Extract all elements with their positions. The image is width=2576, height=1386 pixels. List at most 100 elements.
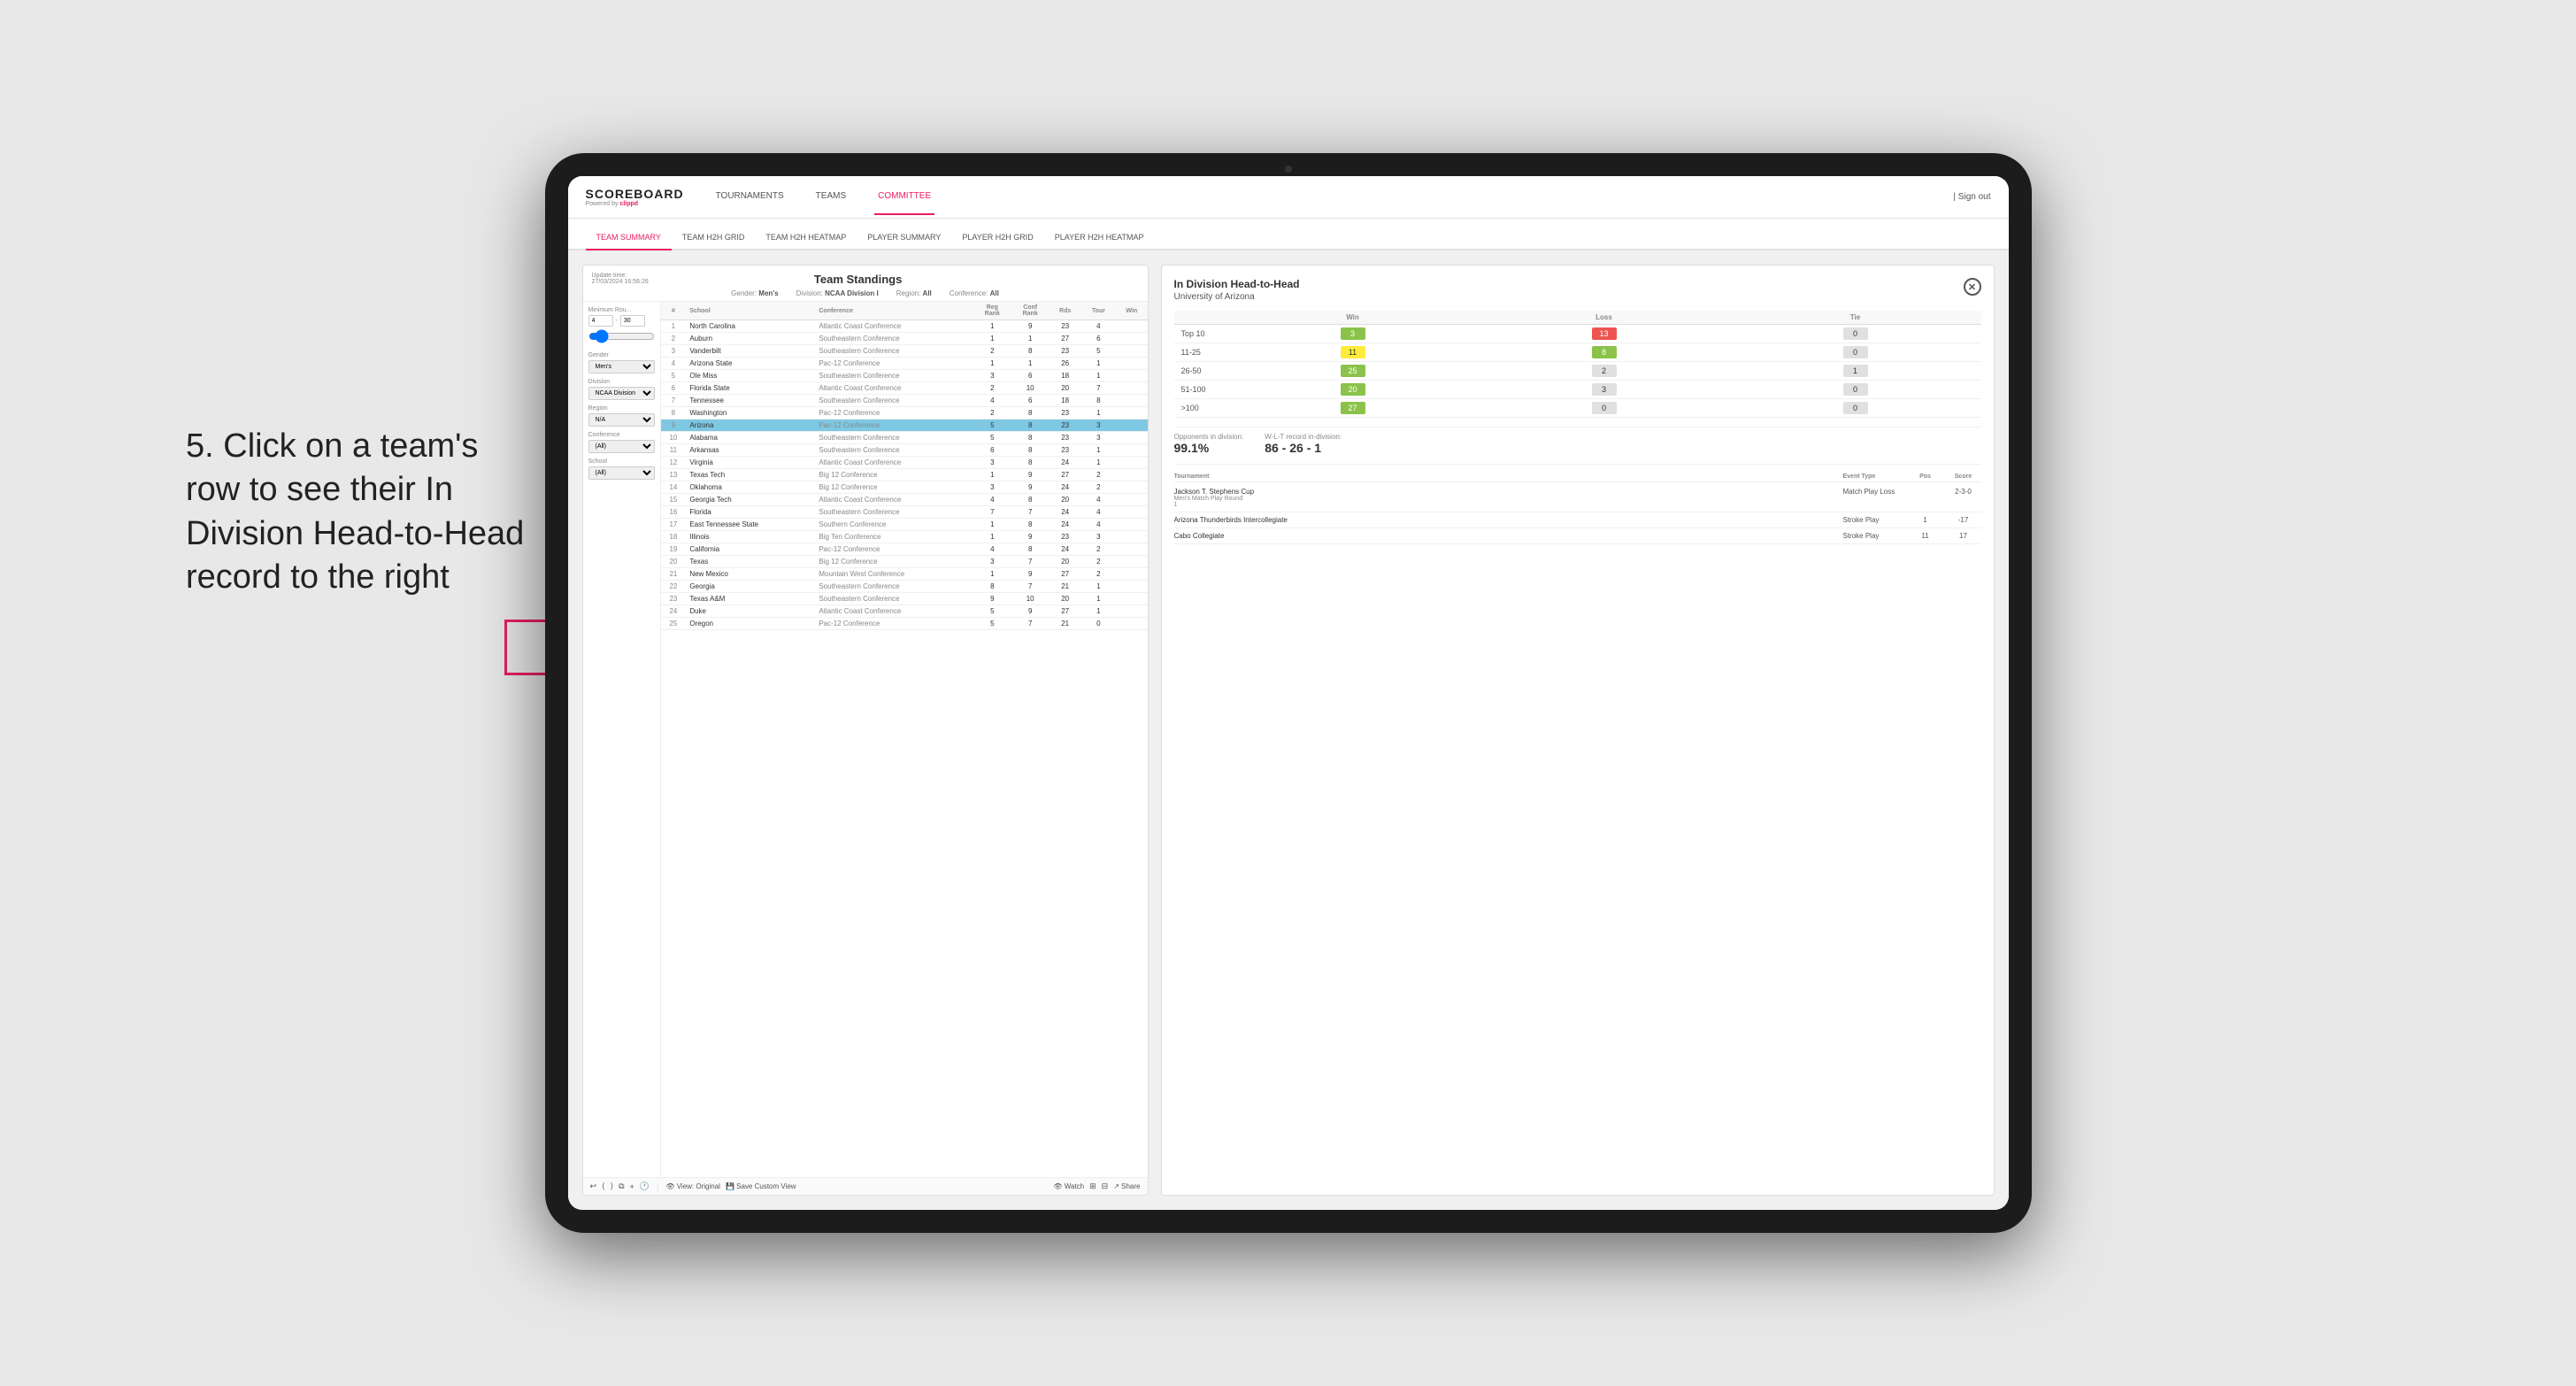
- table-row[interactable]: 11 Arkansas Southeastern Conference 6 8 …: [661, 444, 1148, 457]
- opponents-label: Opponents in division:: [1174, 433, 1244, 441]
- table-row[interactable]: 9 Arizona Pac-12 Conference 5 8 23 3: [661, 420, 1148, 432]
- sub-nav-player-h2h-heatmap[interactable]: PLAYER H2H HEATMAP: [1044, 226, 1155, 249]
- nav-tournaments[interactable]: TOURNAMENTS: [712, 179, 788, 215]
- h2h-header: In Division Head-to-Head University of A…: [1174, 278, 1981, 302]
- sub-nav-team-summary[interactable]: TEAM SUMMARY: [586, 226, 672, 250]
- conference-filter: Conference: All: [950, 289, 999, 297]
- toolbar: ↩ ⟨ ⟩ ⧉ + 🕐 | 👁 View: Original 💾 Save Cu…: [583, 1177, 1148, 1195]
- top-nav: SCOREBOARD Powered by clippd TOURNAMENTS…: [568, 176, 2009, 219]
- filter-school: School (All): [588, 458, 655, 480]
- h2h-stats: Opponents in division: 99.1% W-L-T recor…: [1174, 427, 1981, 455]
- col-win: Win: [1116, 302, 1147, 320]
- table-row[interactable]: 16 Florida Southeastern Conference 7 7 2…: [661, 506, 1148, 519]
- top-nav-links: TOURNAMENTS TEAMS COMMITTEE: [712, 179, 1954, 215]
- sub-nav-team-h2h-heatmap[interactable]: TEAM H2H HEATMAP: [755, 226, 857, 249]
- table-row[interactable]: 1 North Carolina Atlantic Coast Conferen…: [661, 320, 1148, 333]
- tournament-section: Tournament Event Type Pos Score Jackson …: [1174, 464, 1981, 1182]
- region-filter: Region: All: [896, 289, 932, 297]
- h2h-row: Top 10 3 13 0: [1174, 325, 1981, 343]
- division-select[interactable]: NCAA Division I: [588, 387, 655, 400]
- logo-area: SCOREBOARD Powered by clippd: [586, 187, 684, 207]
- main-content: Update time: 27/03/2024 16:56:26 Team St…: [568, 250, 2009, 1210]
- col-conference: Conference: [815, 302, 973, 320]
- col-reg-rank: RegRank: [973, 302, 1011, 320]
- h2h-table: Win Loss Tie Top 10 3 13 0 11-25 11 8 0 …: [1174, 311, 1981, 418]
- table-row[interactable]: 6 Florida State Atlantic Coast Conferenc…: [661, 382, 1148, 395]
- h2h-row: 11-25 11 8 0: [1174, 343, 1981, 362]
- table-row[interactable]: 18 Illinois Big Ten Conference 1 9 23 3: [661, 531, 1148, 543]
- school-select[interactable]: (All): [588, 466, 655, 480]
- update-time-label: Update time:: [592, 273, 649, 279]
- table-row[interactable]: 14 Oklahoma Big 12 Conference 3 9 24 2: [661, 481, 1148, 494]
- table-row[interactable]: 24 Duke Atlantic Coast Conference 5 9 27…: [661, 605, 1148, 618]
- logo-powered: Powered by clippd: [586, 201, 684, 207]
- rounds-slider[interactable]: [588, 329, 655, 343]
- table-row[interactable]: 5 Ole Miss Southeastern Conference 3 6 1…: [661, 370, 1148, 382]
- opponents-value: 99.1%: [1174, 441, 1244, 455]
- sub-nav-player-summary[interactable]: PLAYER SUMMARY: [857, 226, 951, 249]
- table-row[interactable]: 3 Vanderbilt Southeastern Conference 2 8…: [661, 345, 1148, 358]
- table-row[interactable]: 8 Washington Pac-12 Conference 2 8 23 1: [661, 407, 1148, 420]
- col-rds: Rds: [1050, 302, 1081, 320]
- nav-teams[interactable]: TEAMS: [812, 179, 850, 215]
- filter-division: Division NCAA Division I: [588, 379, 655, 400]
- sub-nav-team-h2h-grid[interactable]: TEAM H2H GRID: [672, 226, 756, 249]
- toolbar-copy[interactable]: ⧉: [619, 1182, 624, 1191]
- region-select[interactable]: N/A: [588, 413, 655, 427]
- table-row[interactable]: 10 Alabama Southeastern Conference 5 8 2…: [661, 432, 1148, 444]
- tournament-row: Jackson T. Stephens Cup Men's Match Play…: [1174, 484, 1981, 512]
- toolbar-step-back[interactable]: ⟨: [602, 1182, 605, 1191]
- filter-gender: Gender Men's: [588, 352, 655, 373]
- toolbar-grid[interactable]: ⊞: [1089, 1182, 1096, 1191]
- record-value: 86 - 26 - 1: [1265, 441, 1342, 455]
- h2h-team: University of Arizona: [1174, 292, 1300, 302]
- sign-out[interactable]: | Sign out: [1953, 192, 1990, 202]
- close-button[interactable]: ✕: [1964, 278, 1981, 296]
- table-row[interactable]: 7 Tennessee Southeastern Conference 4 6 …: [661, 395, 1148, 407]
- panel-title: Team Standings: [649, 273, 1068, 286]
- table-row[interactable]: 12 Virginia Atlantic Coast Conference 3 …: [661, 457, 1148, 469]
- toolbar-watch[interactable]: 👁 Watch: [1053, 1182, 1084, 1190]
- update-datetime: 27/03/2024 16:56:26: [592, 279, 649, 285]
- annotation-text: 5. Click on a team's row to see their In…: [186, 425, 540, 600]
- table-row[interactable]: 17 East Tennessee State Southern Confere…: [661, 519, 1148, 531]
- table-row[interactable]: 13 Texas Tech Big 12 Conference 1 9 27 2: [661, 469, 1148, 481]
- arrow-stem: [504, 620, 507, 675]
- max-rounds-input[interactable]: [620, 315, 645, 327]
- toolbar-layout[interactable]: ⊟: [1102, 1182, 1109, 1191]
- standings-panel: Update time: 27/03/2024 16:56:26 Team St…: [582, 265, 1149, 1196]
- table-row[interactable]: 15 Georgia Tech Atlantic Coast Conferenc…: [661, 494, 1148, 506]
- h2h-panel: In Division Head-to-Head University of A…: [1161, 265, 1995, 1196]
- toolbar-save-custom[interactable]: 💾 Save Custom View: [726, 1182, 796, 1190]
- toolbar-undo[interactable]: ↩: [590, 1182, 597, 1191]
- table-row[interactable]: 23 Texas A&M Southeastern Conference 9 1…: [661, 593, 1148, 605]
- standings-table: # School Conference RegRank ConfRank Rds…: [661, 302, 1148, 1177]
- table-row[interactable]: 21 New Mexico Mountain West Conference 1…: [661, 568, 1148, 581]
- table-row[interactable]: 25 Oregon Pac-12 Conference 5 7 21 0: [661, 618, 1148, 630]
- toolbar-step-fwd[interactable]: ⟩: [611, 1182, 614, 1191]
- logo-title: SCOREBOARD: [586, 187, 684, 201]
- table-row[interactable]: 22 Georgia Southeastern Conference 8 7 2…: [661, 581, 1148, 593]
- nav-committee[interactable]: COMMITTEE: [874, 179, 934, 215]
- gender-select[interactable]: Men's: [588, 360, 655, 373]
- h2h-row: 26-50 25 2 1: [1174, 362, 1981, 381]
- filters-sidebar: Minimum Rou... - Gender: [583, 302, 661, 1177]
- filter-conference: Conference (All): [588, 432, 655, 453]
- table-row[interactable]: 20 Texas Big 12 Conference 3 7 20 2: [661, 556, 1148, 568]
- toolbar-share[interactable]: ↗ Share: [1113, 1182, 1140, 1190]
- toolbar-clock[interactable]: 🕐: [640, 1182, 650, 1191]
- gender-filter: Gender: Men's: [731, 289, 779, 297]
- toolbar-view-original[interactable]: 👁 View: Original: [665, 1182, 720, 1190]
- tablet-frame: SCOREBOARD Powered by clippd TOURNAMENTS…: [545, 153, 2032, 1233]
- table-row[interactable]: 4 Arizona State Pac-12 Conference 1 1 26…: [661, 358, 1148, 370]
- col-rank: #: [661, 302, 687, 320]
- conference-select[interactable]: (All): [588, 440, 655, 453]
- sub-nav-player-h2h-grid[interactable]: PLAYER H2H GRID: [951, 226, 1043, 249]
- filter-min-rounds: Minimum Rou... -: [588, 307, 655, 345]
- col-conf-rank: ConfRank: [1011, 302, 1050, 320]
- toolbar-add[interactable]: +: [630, 1182, 634, 1191]
- min-rounds-input[interactable]: [588, 315, 613, 327]
- table-row[interactable]: 2 Auburn Southeastern Conference 1 1 27 …: [661, 333, 1148, 345]
- tablet-screen: SCOREBOARD Powered by clippd TOURNAMENTS…: [568, 176, 2009, 1210]
- table-row[interactable]: 19 California Pac-12 Conference 4 8 24 2: [661, 543, 1148, 556]
